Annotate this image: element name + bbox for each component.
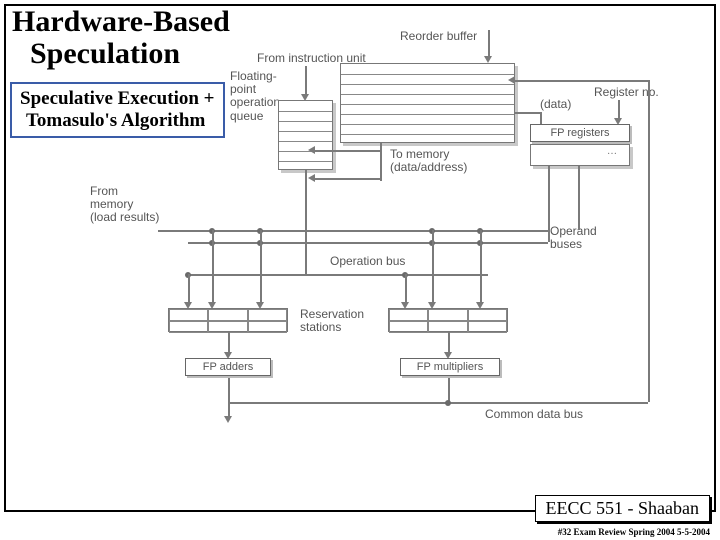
fp-adders-box: FP adders — [185, 358, 271, 376]
line — [480, 230, 482, 304]
line — [305, 170, 307, 274]
line — [515, 112, 540, 114]
line — [212, 230, 214, 304]
reorder-buffer-box — [340, 63, 515, 143]
fp-registers-box: FP registers — [530, 124, 630, 142]
line — [228, 378, 230, 418]
line — [448, 378, 450, 402]
arrow-down-icon — [484, 56, 492, 63]
footer-text: EECC 551 - Shaaban — [546, 498, 699, 518]
arrow-left-icon — [308, 146, 315, 154]
diagram: Reorder buffer From instruction unit Flo… — [110, 30, 700, 510]
ellipsis: … — [607, 146, 617, 157]
label-from-instruction-unit: From instruction unit — [257, 52, 366, 65]
bus-line — [188, 242, 548, 244]
reservation-station-left — [168, 308, 288, 332]
fp-queue-l3: operation — [230, 96, 280, 109]
arrow-left-icon — [508, 76, 515, 84]
line — [315, 178, 380, 180]
arrow-left-icon — [308, 174, 315, 182]
line — [578, 166, 580, 230]
line — [648, 80, 650, 402]
from-mem-l3: (load results) — [90, 211, 159, 224]
line — [188, 274, 190, 304]
line — [548, 166, 550, 242]
label-reservation-stations: Reservation stations — [300, 308, 364, 334]
label-reorder-buffer: Reorder buffer — [400, 30, 477, 43]
fp-multipliers-box: FP multipliers — [400, 358, 500, 376]
rs-l2: stations — [300, 321, 364, 334]
label-operand-buses: Operand buses — [550, 225, 597, 251]
label-fp-queue: Floating- point operation queue — [230, 70, 280, 123]
footer-sub: #32 Exam Review Spring 2004 5-5-2004 — [558, 527, 710, 537]
fp-registers-data-box: … — [530, 144, 630, 166]
arrow-down-icon — [224, 416, 232, 423]
label-data: (data) — [540, 98, 571, 111]
opbus-l2: buses — [550, 238, 597, 251]
line — [618, 100, 620, 120]
footer-box: EECC 551 - Shaaban — [535, 495, 710, 522]
line — [488, 30, 490, 58]
label-to-memory: To memory (data/address) — [390, 148, 467, 174]
line — [448, 332, 450, 354]
line — [158, 230, 188, 232]
line — [432, 230, 434, 304]
fp-op-queue-box — [278, 100, 333, 170]
label-cdb: Common data bus — [485, 408, 583, 421]
line — [405, 274, 407, 304]
fp-queue-l4: queue — [230, 110, 280, 123]
line — [305, 66, 307, 96]
label-from-memory: From memory (load results) — [90, 185, 159, 225]
line — [260, 230, 262, 304]
reservation-station-right — [388, 308, 508, 332]
line — [315, 150, 380, 152]
line — [228, 332, 230, 354]
to-mem-l2: (data/address) — [390, 161, 467, 174]
line — [515, 80, 648, 82]
bus-line — [188, 230, 548, 232]
label-operation-bus: Operation bus — [330, 255, 405, 268]
line — [380, 143, 382, 181]
cdb-line — [228, 402, 648, 404]
bus-line — [188, 274, 488, 276]
node-dot — [445, 400, 451, 406]
